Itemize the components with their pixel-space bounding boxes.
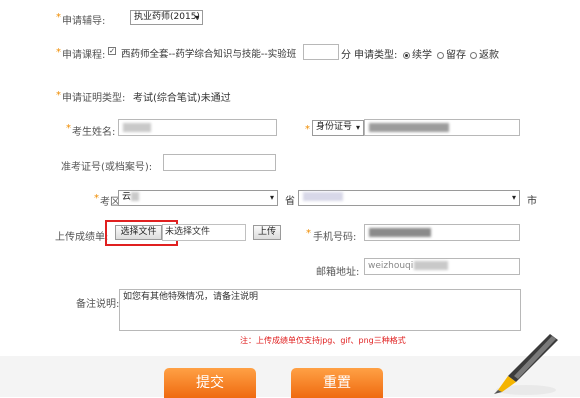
email-value: weizhouqi — [368, 261, 414, 271]
remarks-label: 备注说明: — [76, 299, 120, 310]
proof-type-value: 考试(综合笔试)未通过 — [133, 93, 231, 104]
email-label: 邮箱地址: — [316, 267, 360, 278]
apply-tutor-label: 申请辅导: — [62, 16, 106, 27]
file-field: 未选择文件 — [162, 224, 246, 241]
exam-number-label: 准考证号(或档案号): — [61, 162, 153, 173]
remarks-placeholder: 如您有其他特殊情况，请备注说明 — [123, 292, 259, 302]
format-note: 注：上传成绩单仅支持jpg、gif、png三种格式 — [240, 336, 406, 345]
type-option-refund[interactable]: 返款 — [470, 46, 499, 61]
score-unit: 分 — [341, 50, 351, 61]
masked-text — [414, 260, 449, 270]
candidate-name-label: 考生姓名: — [72, 127, 116, 138]
radio-icon — [437, 51, 444, 59]
remarks-textarea[interactable]: 如您有其他特殊情况，请备注说明 — [119, 289, 521, 331]
required-star: * — [56, 90, 61, 101]
score-input[interactable] — [303, 44, 339, 60]
candidate-name-input[interactable] — [118, 119, 277, 136]
apply-type-label: 申请类型: — [354, 50, 398, 61]
choose-file-button[interactable]: 选择文件 — [115, 225, 162, 240]
required-star: * — [66, 123, 71, 134]
masked-text — [131, 192, 140, 201]
reset-button[interactable]: 重置 — [291, 368, 383, 398]
province-value: 云 — [122, 192, 132, 202]
no-file-text: 未选择文件 — [165, 227, 211, 237]
course-checkbox[interactable]: ✓ — [108, 46, 119, 57]
upload-label: 上传成绩单: — [55, 232, 109, 243]
type-option-continue[interactable]: 续学 — [403, 46, 432, 61]
checkmark-icon: ✓ — [108, 47, 116, 55]
apply-tutor-select[interactable]: 执业药师(2015) ▾ — [130, 10, 203, 25]
type-option-keep[interactable]: 留存 — [437, 46, 466, 61]
phone-input[interactable] — [364, 224, 520, 241]
proof-type-label: 申请证明类型: — [62, 93, 126, 104]
type-label: 留存 — [446, 50, 466, 61]
submit-button[interactable]: 提交 — [164, 368, 256, 398]
id-type-value: 身份证号 — [316, 122, 353, 132]
type-label: 续学 — [412, 50, 432, 61]
required-star: * — [56, 47, 61, 58]
province-select[interactable]: 云 ▾ — [118, 190, 278, 206]
pen-nib-icon — [494, 334, 558, 395]
masked-text — [369, 123, 449, 132]
exam-number-input[interactable] — [163, 154, 276, 171]
province-suffix: 省 — [285, 196, 295, 207]
type-label: 返款 — [479, 50, 499, 61]
required-star: * — [306, 228, 311, 239]
city-select[interactable]: ▾ — [298, 190, 520, 206]
chevron-down-icon: ▾ — [194, 13, 199, 22]
apply-course-label: 申请课程: — [62, 50, 106, 61]
required-star: * — [56, 12, 61, 23]
course-name: 西药师全套--药学综合知识与技能--实验班 — [121, 49, 297, 60]
required-star: * — [94, 193, 99, 204]
apply-tutor-value: 执业药师(2015) — [134, 12, 200, 22]
chevron-down-icon: ▾ — [355, 123, 360, 132]
chevron-down-icon: ▾ — [511, 193, 516, 202]
masked-text — [303, 192, 343, 201]
masked-text — [123, 123, 151, 132]
masked-text — [369, 228, 431, 237]
city-suffix: 市 — [527, 196, 537, 207]
email-input[interactable]: weizhouqi — [364, 258, 520, 275]
radio-icon — [403, 51, 410, 59]
id-type-select[interactable]: 身份证号 ▾ — [312, 120, 364, 136]
radio-icon — [470, 51, 477, 59]
chevron-down-icon: ▾ — [269, 193, 274, 202]
required-star: * — [305, 124, 310, 135]
upload-button[interactable]: 上传 — [253, 225, 281, 240]
id-number-input[interactable] — [364, 119, 520, 136]
phone-label: 手机号码: — [313, 232, 357, 243]
